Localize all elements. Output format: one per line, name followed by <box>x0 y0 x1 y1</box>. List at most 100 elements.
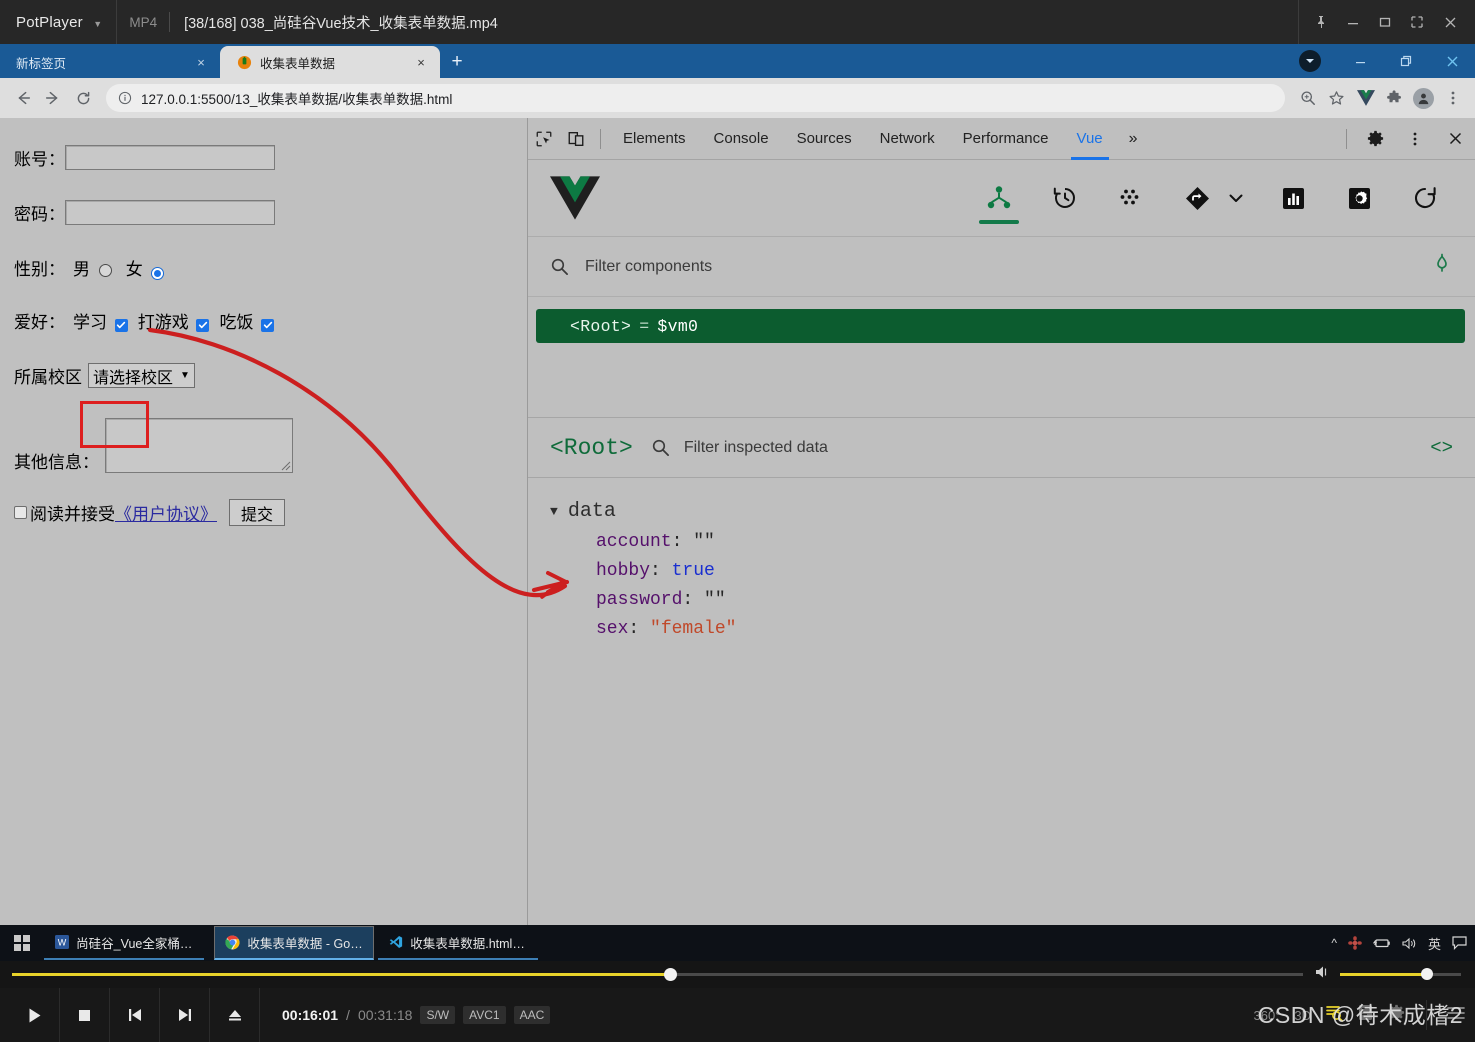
hobby-option-eat[interactable]: 吃饭 <box>219 308 277 333</box>
taskbar-item-chrome[interactable]: 收集表单数据 - Goo... <box>214 926 374 960</box>
vue-filter-components-bar[interactable]: Filter components <box>528 237 1475 297</box>
zoom-icon[interactable] <box>1293 83 1322 113</box>
radio-unchecked-icon[interactable] <box>98 264 112 277</box>
maximize-icon[interactable] <box>1369 0 1401 44</box>
battery-icon[interactable] <box>1372 937 1391 949</box>
account-input[interactable] <box>65 145 275 170</box>
data-entry-account[interactable]: account: "" <box>550 532 1475 552</box>
tab-elements[interactable]: Elements <box>609 118 700 160</box>
resize-grip-icon[interactable] <box>280 460 291 471</box>
taskbar-item-word[interactable]: W 尚硅谷_Vue全家桶.d... <box>44 926 204 960</box>
pinia-state-icon[interactable] <box>1111 170 1151 226</box>
vue-devtools-toolbar <box>528 160 1475 237</box>
volume-icon[interactable] <box>1402 937 1417 950</box>
devtools-menu-icon[interactable] <box>1395 118 1435 160</box>
chevron-down-icon: ▼ <box>180 370 190 381</box>
open-in-editor-icon[interactable]: <> <box>1430 437 1453 459</box>
ime-language-icon[interactable]: 英 <box>1428 934 1441 953</box>
eject-icon[interactable] <box>210 988 260 1042</box>
data-group-header[interactable]: ▼ data <box>550 500 1475 523</box>
next-icon[interactable] <box>160 988 210 1042</box>
routes-icon[interactable] <box>1177 170 1217 226</box>
components-tree-icon[interactable] <box>979 170 1019 226</box>
browser-tab-new-tab-page[interactable]: 新标签页 × <box>0 46 220 78</box>
filter-inspected-data-input[interactable]: Filter inspected data <box>684 439 828 457</box>
pin-icon[interactable] <box>1305 0 1337 44</box>
close-icon[interactable] <box>1435 118 1475 160</box>
filter-components-input[interactable]: Filter components <box>585 258 712 276</box>
browser-tab-form-data[interactable]: 收集表单数据 × <box>220 46 440 78</box>
tab-vue[interactable]: Vue <box>1063 118 1117 160</box>
previous-icon[interactable] <box>110 988 160 1042</box>
tab-console[interactable]: Console <box>700 118 783 160</box>
extensions-puzzle-icon[interactable] <box>1380 83 1409 113</box>
profile-icon[interactable] <box>1299 50 1321 72</box>
data-entry-hobby[interactable]: hobby: true <box>550 561 1475 581</box>
hobby-option-games[interactable]: 打游戏 <box>138 308 213 333</box>
bookmark-star-icon[interactable] <box>1322 83 1351 113</box>
tab-performance[interactable]: Performance <box>949 118 1063 160</box>
windows-start-icon[interactable] <box>0 925 44 961</box>
site-info-icon[interactable] <box>118 91 132 105</box>
close-icon[interactable]: × <box>412 53 430 71</box>
action-center-icon[interactable] <box>1452 936 1467 950</box>
password-input[interactable] <box>65 200 275 225</box>
seek-playhead[interactable] <box>664 968 678 981</box>
gender-option-female[interactable]: 女 <box>126 255 169 280</box>
settings-gear-icon[interactable] <box>1355 118 1395 160</box>
rendered-page: 账号： 密码： 性别： 男 女 爱好： 学习 打游戏 吃饭 所属校区 请选择校区… <box>0 118 527 925</box>
data-entry-sex[interactable]: sex: "female" <box>550 619 1475 639</box>
close-icon[interactable] <box>1433 0 1475 44</box>
component-tree-item-root[interactable]: <Root> = $vm0 <box>536 309 1465 343</box>
chevron-down-icon[interactable] <box>1225 170 1247 226</box>
taskbar-item-vscode[interactable]: 收集表单数据.html - ... <box>378 926 538 960</box>
close-icon[interactable]: × <box>192 53 210 71</box>
restore-icon[interactable] <box>1383 44 1429 78</box>
new-tab-button[interactable]: + <box>440 46 474 78</box>
campus-select[interactable]: 请选择校区 ▼ <box>88 363 195 388</box>
live-server-icon <box>236 54 252 70</box>
gender-option-male[interactable]: 男 <box>73 255 116 280</box>
other-info-textarea[interactable] <box>105 418 293 473</box>
settings-gear-icon[interactable] <box>1339 170 1379 226</box>
vue-devtools-extension-icon[interactable] <box>1351 83 1380 113</box>
refresh-icon[interactable] <box>1405 170 1445 226</box>
volume-speaker-icon[interactable] <box>1315 965 1332 984</box>
submit-button[interactable]: 提交 <box>229 499 286 526</box>
forward-arrow-icon[interactable] <box>38 83 68 113</box>
seek-bar[interactable] <box>12 968 1303 981</box>
radio-checked-icon[interactable] <box>151 267 165 280</box>
play-icon[interactable] <box>10 988 60 1042</box>
checkbox-unchecked-icon[interactable] <box>14 506 27 519</box>
checkbox-checked-icon[interactable] <box>196 318 210 332</box>
performance-chart-icon[interactable] <box>1273 170 1313 226</box>
checkbox-checked-icon[interactable] <box>114 318 128 332</box>
checkbox-checked-icon[interactable] <box>261 318 275 332</box>
address-bar[interactable]: 127.0.0.1:5500/13_收集表单数据/收集表单数据.html <box>106 84 1285 112</box>
volume-bar[interactable] <box>1340 968 1461 980</box>
tab-network[interactable]: Network <box>866 118 949 160</box>
tab-sources[interactable]: Sources <box>783 118 866 160</box>
minimize-icon[interactable] <box>1337 44 1383 78</box>
profile-avatar-icon[interactable] <box>1409 83 1438 113</box>
potplayer-app-menu[interactable]: PotPlayer ▼ <box>0 14 112 31</box>
user-agreement-link[interactable]: 《用户协议》 <box>115 500 217 525</box>
data-entry-password[interactable]: password: "" <box>550 590 1475 610</box>
hobby-option-study[interactable]: 学习 <box>73 308 131 333</box>
inspect-element-icon[interactable] <box>528 118 560 160</box>
fullscreen-icon[interactable] <box>1401 0 1433 44</box>
triangle-down-icon[interactable]: ▼ <box>550 504 558 519</box>
more-tabs-icon[interactable]: » <box>1117 130 1150 148</box>
back-arrow-icon[interactable] <box>8 83 38 113</box>
close-icon[interactable] <box>1429 44 1475 78</box>
device-toolbar-icon[interactable] <box>560 118 592 160</box>
show-hidden-icons-chevron[interactable]: ^ <box>1331 936 1337 950</box>
minimize-icon[interactable] <box>1337 0 1369 44</box>
volume-knob[interactable] <box>1421 968 1434 980</box>
stop-icon[interactable] <box>60 988 110 1042</box>
antivirus-shield-icon[interactable] <box>1348 936 1362 950</box>
chrome-menu-icon[interactable] <box>1438 83 1467 113</box>
reload-icon[interactable] <box>68 83 98 113</box>
timeline-history-icon[interactable] <box>1045 170 1085 226</box>
select-component-target-icon[interactable] <box>1431 253 1453 280</box>
